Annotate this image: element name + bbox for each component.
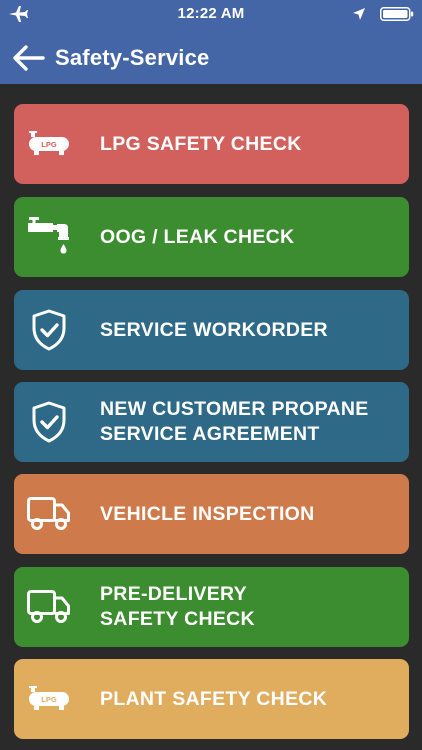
menu-item-label-line: VEHICLE INSPECTION: [100, 502, 315, 525]
menu-item-label-line: SERVICE WORKORDER: [100, 318, 328, 341]
menu-item-label-line: PLANT SAFETY CHECK: [100, 687, 328, 710]
page-title: Safety-Service: [55, 45, 210, 70]
leaking-pipe-icon: [26, 215, 72, 259]
menu-item-label-line: OOG / LEAK CHECK: [100, 225, 295, 248]
menu-item-label-line: NEW CUSTOMER PROPANE: [100, 398, 369, 420]
icon-label: LPG: [41, 140, 57, 149]
menu-item-label: PLANT SAFETY CHECK: [100, 659, 400, 739]
menu-item-label: VEHICLE INSPECTION: [100, 474, 400, 554]
menu-item-vehicle-inspection[interactable]: VEHICLE INSPECTION: [14, 474, 409, 554]
back-arrow-icon[interactable]: [12, 44, 46, 72]
menu-item-pre-delivery-safety-check[interactable]: PRE-DELIVERY SAFETY CHECK: [14, 567, 409, 647]
menu-item-label: OOG / LEAK CHECK: [100, 197, 400, 277]
menu-item-plant-safety-check[interactable]: LPG PLANT SAFETY CHECK: [14, 659, 409, 739]
truck-icon: [26, 585, 72, 629]
menu-item-label: NEW CUSTOMER PROPANE SERVICE AGREEMENT: [100, 382, 400, 462]
menu-item-label: SERVICE WORKORDER: [100, 290, 400, 370]
menu-item-label: PRE-DELIVERY SAFETY CHECK: [100, 567, 400, 647]
shield-check-icon: [26, 308, 72, 352]
battery-icon: [380, 7, 414, 21]
menu-item-oog-leak-check[interactable]: OOG / LEAK CHECK: [14, 197, 409, 277]
menu-item-label-line: SAFETY CHECK: [100, 608, 255, 630]
location-arrow-icon: [353, 8, 365, 20]
truck-icon: [26, 492, 72, 536]
lpg-tank-icon: LPG: [26, 677, 72, 721]
menu-item-service-workorder[interactable]: SERVICE WORKORDER: [14, 290, 409, 370]
menu-item-lpg-safety-check[interactable]: LPG LPG SAFETY CHECK: [14, 104, 409, 184]
lpg-tank-icon: LPG: [26, 122, 72, 166]
title-bar: Safety-Service: [0, 36, 422, 80]
icon-label: LPG: [41, 695, 57, 704]
status-bar: 12:22 AM: [0, 0, 422, 28]
shield-check-icon: [26, 400, 72, 444]
menu-item-label-line: LPG SAFETY CHECK: [100, 132, 302, 155]
menu-item-label-line: PRE-DELIVERY: [100, 583, 247, 605]
menu-item-label-line: SERVICE AGREEMENT: [100, 423, 320, 445]
status-right-icons: [352, 6, 414, 22]
menu-item-label: LPG SAFETY CHECK: [100, 104, 400, 184]
app-header: 12:22 AM Safety-Service: [0, 0, 422, 84]
menu-item-new-customer-propane[interactable]: NEW CUSTOMER PROPANE SERVICE AGREEMENT: [14, 382, 409, 462]
